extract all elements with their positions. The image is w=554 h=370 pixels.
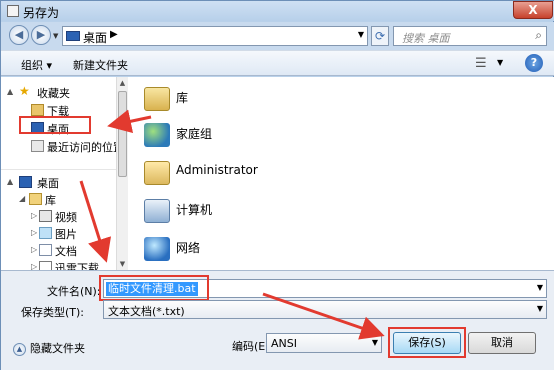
tree-item-desktop-root[interactable]: ▲ 桌面 (1, 175, 116, 190)
hide-folders-label: 隐藏文件夹 (30, 342, 85, 355)
list-item[interactable]: 网络 (142, 235, 442, 265)
tree-label: 最近访问的位置 (47, 141, 116, 154)
history-dropdown-icon[interactable]: ▼ (53, 32, 60, 40)
expand-icon[interactable]: ▷ (31, 211, 37, 220)
breadcrumb-desktop[interactable]: 桌面 (83, 29, 107, 46)
close-button[interactable]: X (513, 1, 553, 19)
item-name: 网络 (176, 241, 201, 255)
collapse-icon[interactable]: ▲ (7, 87, 13, 96)
new-folder-button[interactable]: 新建文件夹 (73, 57, 128, 73)
view-dropdown-icon[interactable]: ▼ (497, 58, 503, 67)
library-icon (29, 193, 42, 205)
tree-item-recent-places[interactable]: 最近访问的位置 (1, 139, 116, 154)
tree-label: 库 (45, 194, 56, 207)
expand-icon[interactable]: ▷ (31, 262, 37, 270)
navigation-pane: ▲ ★ 收藏夹 下载 桌面 最近访问的位置 ▲ 桌面 ◢ 库 ▷ (1, 77, 116, 270)
collapse-icon[interactable]: ◢ (19, 194, 25, 203)
search-icon[interactable]: ⌕ (535, 28, 542, 43)
title-bar: 另存为 X (1, 1, 554, 21)
tree-item-library[interactable]: ◢ 库 (1, 192, 116, 207)
notepad-icon (7, 5, 19, 17)
homegroup-icon (144, 123, 170, 147)
tree-item-favorites[interactable]: ▲ ★ 收藏夹 (1, 84, 116, 100)
documents-icon (39, 244, 52, 256)
expand-icon[interactable]: ▷ (31, 245, 37, 254)
item-name: Administrator (176, 163, 258, 177)
tree-label: 迅雷下载 (55, 262, 99, 270)
file-list: 库 家庭组 Administrator 计算机 网络 (128, 77, 554, 270)
recent-places-icon (31, 140, 44, 152)
navigation-scrollbar[interactable]: ▲ ▼ (116, 77, 128, 270)
search-input[interactable]: 搜索 桌面 ⌕ (393, 26, 547, 46)
music-icon (39, 261, 52, 270)
encoding-value: ANSI (271, 337, 297, 350)
tree-item-downloads[interactable]: 下载 (1, 103, 116, 118)
tree-item-pictures[interactable]: ▷ 图片 (1, 226, 116, 241)
downloads-folder-icon (31, 104, 44, 116)
filetype-label: 保存类型(T): (21, 306, 85, 319)
scroll-up-icon[interactable]: ▲ (117, 77, 128, 89)
star-icon: ★ (19, 84, 30, 98)
breadcrumb-arrow-icon[interactable]: ▶ (110, 29, 118, 40)
save-options-panel: 文件名(N): 临时文件清理.bat ▼ 保存类型(T): 文本文档(*.txt… (1, 270, 554, 370)
divider (1, 169, 116, 170)
scroll-down-icon[interactable]: ▼ (117, 258, 128, 270)
view-options-icon[interactable]: ☰ (475, 56, 487, 71)
user-folder-icon (144, 161, 170, 185)
list-item[interactable]: Administrator (142, 159, 442, 189)
back-button[interactable]: ◀ (9, 25, 29, 45)
tree-label: 桌面 (37, 177, 59, 190)
filetype-value: 文本文档(*.txt) (108, 305, 185, 318)
list-item[interactable]: 计算机 (142, 197, 442, 227)
hide-folders-button[interactable]: ▲ 隐藏文件夹 (13, 340, 85, 356)
tree-item-videos[interactable]: ▷ 视频 (1, 209, 116, 224)
tree-label: 图片 (55, 228, 77, 241)
save-as-dialog: 另存为 X ◀ ▶ ▼ 桌面 ▶ ▼ ⟳ 搜索 桌面 ⌕ 组织 ▾ 新建文件夹 … (0, 0, 554, 370)
pictures-icon (39, 227, 52, 239)
chevron-up-icon: ▲ (13, 342, 26, 356)
desktop-icon (66, 31, 80, 41)
tree-label: 收藏夹 (37, 87, 70, 100)
address-dropdown-icon[interactable]: ▼ (358, 30, 364, 39)
help-button[interactable]: ? (525, 54, 543, 72)
desktop-icon (19, 176, 32, 188)
list-item[interactable]: 家庭组 (142, 121, 442, 151)
collapse-icon[interactable]: ▲ (7, 177, 13, 186)
tree-label: 视频 (55, 211, 77, 224)
annotation-box-save (388, 327, 466, 358)
item-name: 库 (176, 91, 189, 105)
item-name: 计算机 (176, 203, 213, 217)
tree-label: 文档 (55, 245, 77, 258)
annotation-box-desktop (19, 116, 91, 134)
network-icon (144, 237, 170, 261)
chevron-down-icon[interactable]: ▼ (372, 338, 378, 347)
tree-item-documents[interactable]: ▷ 文档 (1, 243, 116, 258)
search-placeholder: 搜索 桌面 (402, 32, 450, 45)
cancel-button[interactable]: 取消 (468, 332, 536, 354)
filetype-select[interactable]: 文本文档(*.txt) ▼ (103, 300, 547, 319)
command-toolbar: 组织 ▾ 新建文件夹 ☰ ▼ ? (1, 50, 554, 76)
videos-icon (39, 210, 52, 222)
chevron-down-icon[interactable]: ▼ (537, 304, 543, 313)
encoding-select[interactable]: ANSI ▼ (266, 333, 382, 353)
tree-item-music[interactable]: ▷ 迅雷下载 (1, 260, 116, 270)
computer-icon (144, 199, 170, 223)
item-name: 家庭组 (176, 127, 213, 141)
chevron-down-icon[interactable]: ▼ (537, 283, 543, 292)
organize-button[interactable]: 组织 ▾ (21, 57, 52, 73)
forward-button[interactable]: ▶ (31, 25, 51, 45)
list-item[interactable]: 库 (142, 85, 442, 115)
scroll-thumb[interactable] (118, 91, 127, 177)
address-field[interactable]: 桌面 ▶ ▼ (62, 26, 368, 46)
annotation-box-filename (99, 275, 209, 301)
window-title: 另存为 (23, 6, 60, 20)
refresh-button[interactable]: ⟳ (371, 26, 389, 46)
address-bar-row: ◀ ▶ ▼ 桌面 ▶ ▼ ⟳ 搜索 桌面 ⌕ (1, 22, 554, 50)
library-icon (144, 87, 170, 111)
filename-label: 文件名(N): (47, 285, 101, 298)
expand-icon[interactable]: ▷ (31, 228, 37, 237)
